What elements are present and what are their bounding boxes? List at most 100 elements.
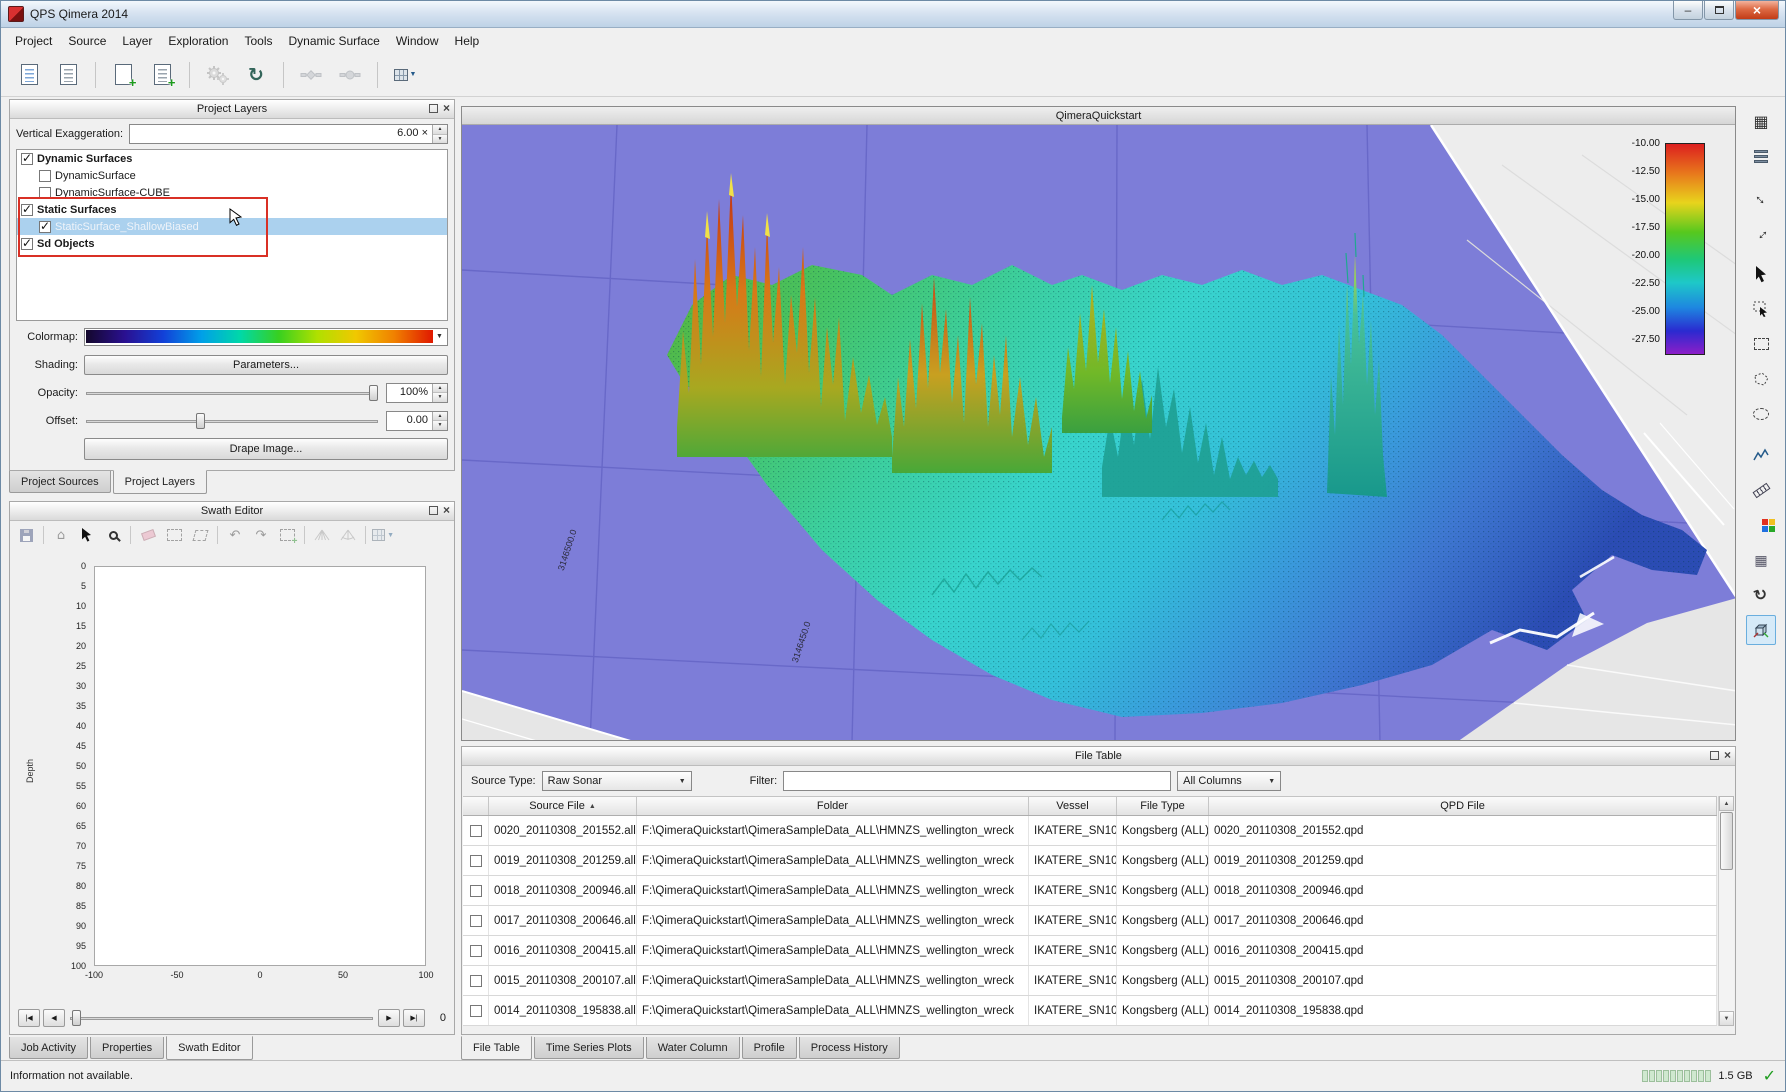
grid-export-button[interactable]: ▼ [387,58,423,92]
menu-item[interactable]: Help [447,31,488,51]
tab-file-table[interactable]: File Table [461,1036,532,1060]
pick-tool-button[interactable] [1746,294,1776,324]
plot-canvas[interactable] [94,566,426,966]
slider-handle[interactable] [369,385,378,401]
layer-tree[interactable]: Dynamic Surfaces DynamicSurface DynamicS… [16,149,448,321]
select-ellipse-button[interactable] [1746,399,1776,429]
columns-select[interactable]: All Columns▼ [1177,771,1281,791]
tab-job-activity[interactable]: Job Activity [9,1037,88,1059]
menu-item[interactable]: Dynamic Surface [280,31,387,51]
close-dock-icon[interactable]: × [1724,750,1731,760]
layers-button[interactable] [1746,142,1776,172]
refresh-button[interactable]: ↻ [238,58,274,92]
tab-project-sources[interactable]: Project Sources [9,471,111,493]
vertical-exaggeration-spinbox[interactable]: 6.00 × ▲▼ [129,124,448,144]
tree-item-dynamicsurface-cube[interactable]: DynamicSurface-CUBE [17,184,447,201]
view-3d-button[interactable] [1746,615,1776,645]
survey-tool-button[interactable] [332,58,368,92]
select-cursor-button[interactable] [1746,259,1776,289]
file-row[interactable]: 0020_20110308_201552.all F:\QimeraQuicks… [463,816,1717,846]
reject-soundings-button[interactable] [136,523,160,547]
display-options-button[interactable]: ▼ [371,523,395,547]
tab-water-column[interactable]: Water Column [646,1037,740,1059]
offset-spinbox[interactable]: 0.00 ▲▼ [386,411,448,431]
zoom-extents-button[interactable]: ↔ [1746,183,1776,213]
tab-project-layers[interactable]: Project Layers [113,470,207,494]
slider-handle[interactable] [196,413,205,429]
menu-item[interactable]: Project [7,31,60,51]
layer-checkbox[interactable] [21,204,33,216]
scroll-up-icon[interactable]: ▲ [1719,796,1734,811]
opacity-spinbox[interactable]: 100% ▲▼ [386,383,448,403]
menu-item[interactable]: Window [388,31,447,51]
float-dock-icon[interactable] [429,506,438,515]
row-checkbox[interactable] [470,825,482,837]
layer-checkbox[interactable] [21,238,33,250]
close-dock-icon[interactable]: × [443,505,450,515]
row-checkbox[interactable] [470,945,482,957]
save-button[interactable] [14,523,38,547]
filter-input[interactable] [783,771,1171,791]
last-ping-button[interactable]: ▶| [403,1009,425,1027]
row-checkbox[interactable] [470,975,482,987]
ping-slider[interactable] [68,1009,375,1027]
header-folder[interactable]: Folder [637,797,1029,815]
project-layers-title[interactable]: Project Layers × [10,100,454,119]
add-processed-files-button[interactable]: + [144,58,180,92]
accept-soundings-button[interactable] [275,523,299,547]
slider-handle[interactable] [72,1010,81,1026]
spin-up-icon[interactable]: ▲ [433,412,447,422]
float-dock-icon[interactable] [1710,751,1719,760]
close-dock-icon[interactable]: × [443,103,450,113]
opacity-slider[interactable] [84,384,380,402]
beam-display-button[interactable] [310,523,334,547]
file-table-title[interactable]: File Table × [462,747,1735,766]
first-ping-button[interactable]: |◀ [18,1009,40,1027]
orbit-view-button[interactable]: ↻ [1746,580,1776,610]
select-cursor-button[interactable] [75,523,99,547]
window-titlebar[interactable]: QPS Qimera 2014 – × [1,1,1785,28]
layer-checkbox[interactable] [39,187,51,199]
layer-checkbox[interactable] [21,153,33,165]
tab-time-series-plots[interactable]: Time Series Plots [534,1037,644,1059]
minimize-button[interactable]: – [1673,1,1703,20]
header-vessel[interactable]: Vessel [1029,797,1117,815]
menu-item[interactable]: Layer [114,31,160,51]
spin-up-icon[interactable]: ▲ [433,384,447,394]
file-row[interactable]: 0018_20110308_200946.all F:\QimeraQuicks… [463,876,1717,906]
select-rectangle-button[interactable] [1746,329,1776,359]
swath-editor-title[interactable]: Swath Editor × [10,502,454,521]
redo-button[interactable]: ↷ [249,523,273,547]
new-project-button[interactable] [11,58,47,92]
select-polygon-button[interactable] [1746,364,1776,394]
home-view-button[interactable]: ⌂ [49,523,73,547]
header-source-file[interactable]: Source File▲ [489,797,637,815]
table-scrollbar[interactable]: ▲ ▼ [1718,796,1734,1026]
spin-down-icon[interactable]: ▼ [433,393,447,402]
color-settings-button[interactable] [1746,510,1776,540]
swath-plot-area[interactable]: Depth 0510152025303540455055606570758085… [16,554,448,986]
file-row[interactable]: 0019_20110308_201259.all F:\QimeraQuicks… [463,846,1717,876]
tab-properties[interactable]: Properties [90,1037,164,1059]
next-ping-button[interactable]: ▶ [378,1009,400,1027]
measure-tool-button[interactable] [1746,475,1776,505]
header-qpd-file[interactable]: QPD File [1209,797,1717,815]
select-rectangle-button[interactable] [162,523,186,547]
3d-scene[interactable] [462,125,1735,740]
file-row[interactable]: 0014_20110308_195838.all F:\QimeraQuicks… [463,996,1717,1026]
add-raw-sonar-files-button[interactable]: + [105,58,141,92]
row-checkbox[interactable] [470,915,482,927]
tree-item-dynamic-surfaces[interactable]: Dynamic Surfaces [17,150,447,167]
profile-tool-button[interactable] [1746,440,1776,470]
shading-parameters-button[interactable]: Parameters... [84,355,448,375]
file-row[interactable]: 0017_20110308_200646.all F:\QimeraQuicks… [463,906,1717,936]
row-checkbox[interactable] [470,855,482,867]
menu-item[interactable]: Source [60,31,114,51]
tree-item-sd-objects[interactable]: Sd Objects [17,235,447,252]
select-polygon-button[interactable] [188,523,212,547]
maximize-button[interactable] [1704,1,1734,20]
spin-down-icon[interactable]: ▼ [433,135,447,144]
open-project-button[interactable] [50,58,86,92]
undo-button[interactable]: ↶ [223,523,247,547]
float-dock-icon[interactable] [429,104,438,113]
